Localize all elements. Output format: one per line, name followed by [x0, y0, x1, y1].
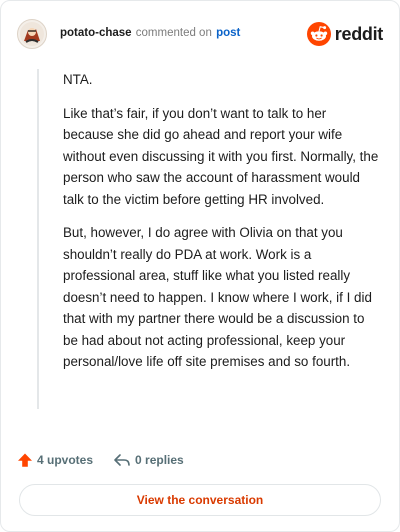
upvote-count: 4 upvotes	[37, 453, 94, 467]
comment-paragraph: NTA.	[63, 72, 93, 87]
reply-arrow-icon	[114, 454, 130, 466]
view-conversation-button[interactable]: View the conversation	[19, 484, 381, 516]
comment-paragraph: Like that’s fair, if you don’t want to t…	[63, 105, 379, 207]
comment-header: potato-chase commented on post reddit	[17, 17, 383, 51]
reddit-wordmark: reddit	[334, 23, 384, 44]
comment-meta: potato-chase commented on post	[60, 28, 240, 40]
avatar-illustration-icon	[20, 22, 44, 46]
reddit-brand[interactable]: reddit	[306, 22, 384, 46]
upvote-button[interactable]: 4 upvotes	[17, 452, 93, 468]
comment-paragraph: But, however, I do agree with Olivia on …	[63, 225, 372, 369]
comment-card: potato-chase commented on post reddit NT…	[0, 0, 400, 532]
reply-count: 0 replies	[135, 453, 184, 467]
post-link[interactable]: post	[216, 27, 240, 40]
reply-button[interactable]: 0 replies	[113, 452, 184, 468]
username[interactable]: potato-chase	[60, 27, 132, 40]
upvote-arrow-icon	[18, 453, 32, 467]
user-avatar[interactable]	[17, 19, 47, 49]
commented-on-text: commented on	[135, 27, 212, 40]
comment-body: NTA. Like that’s fair, if you don’t want…	[37, 69, 379, 409]
comment-actions: 4 upvotes 0 replies	[17, 449, 184, 471]
reddit-snoo-logo-icon	[306, 22, 331, 46]
